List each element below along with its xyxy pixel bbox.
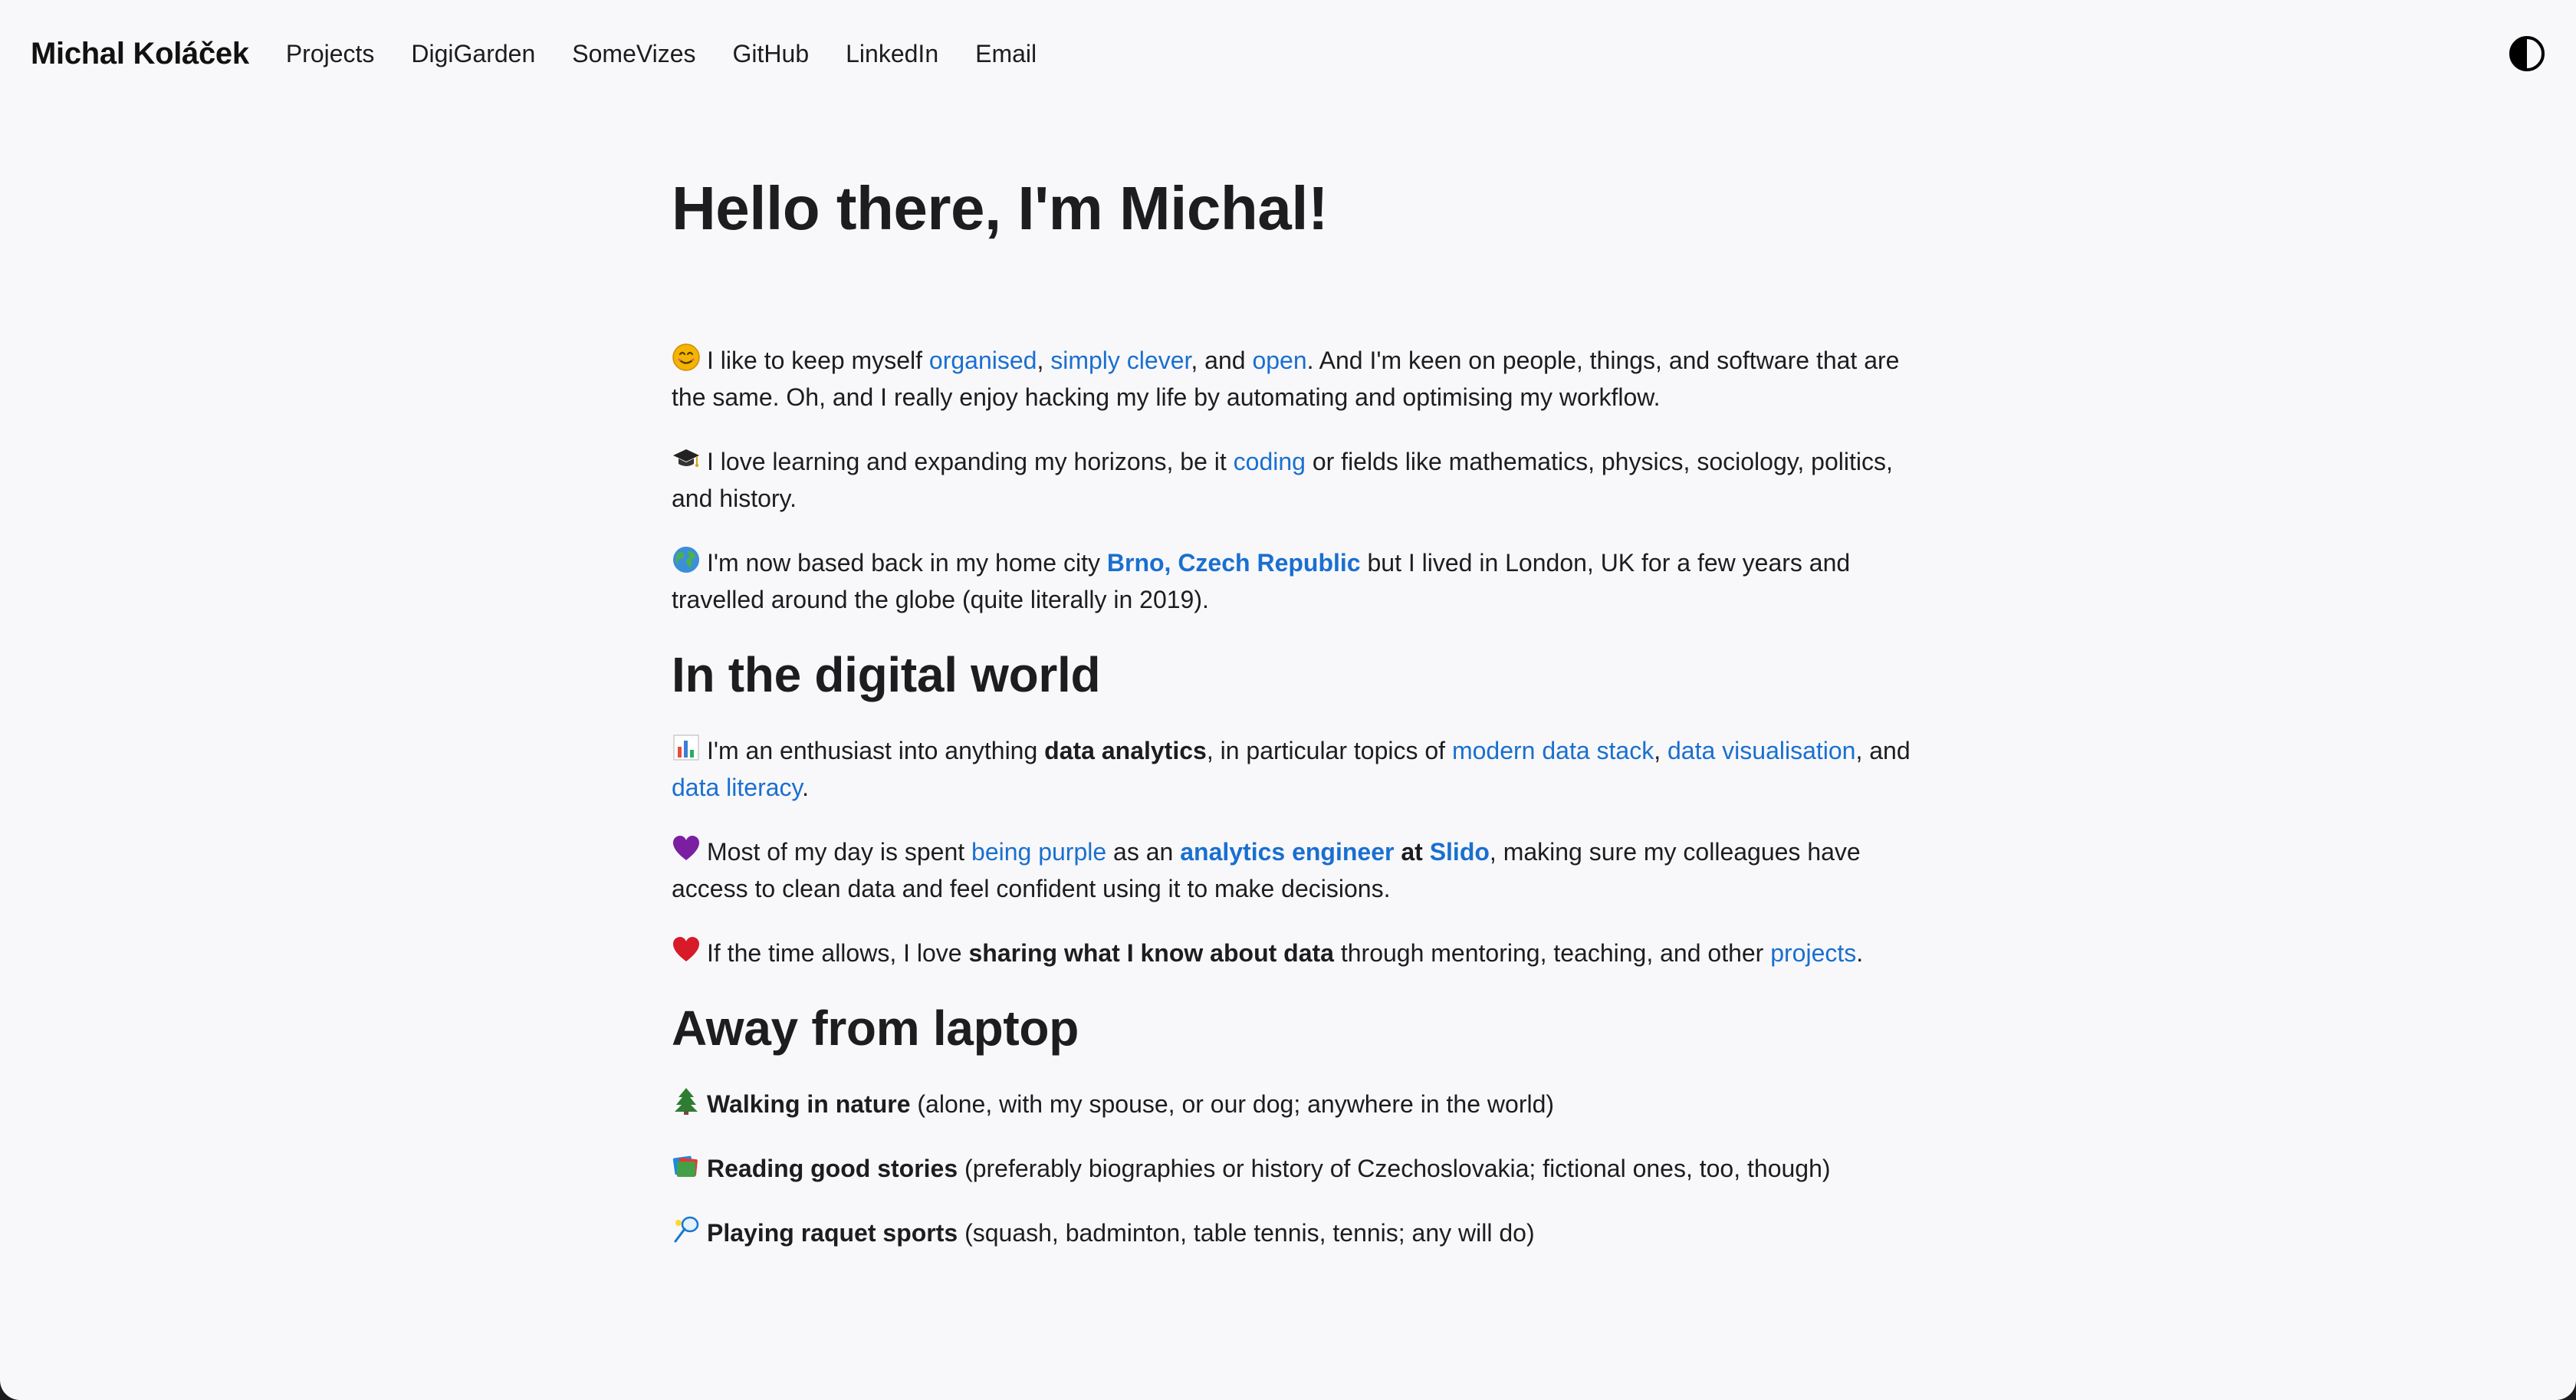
location-text-1: I'm now based back in my home city (707, 549, 1107, 577)
intro-paragraph-location: I'm now based back in my home city Brno,… (672, 544, 1929, 618)
bar-chart-icon (672, 733, 701, 762)
nav-link-github[interactable]: GitHub (733, 40, 810, 68)
link-data-visualisation[interactable]: data visualisation (1668, 737, 1855, 764)
digital-paragraph-analytics: I'm an enthusiast into anything data ana… (672, 732, 1929, 806)
intro-paragraph-learning: I love learning and expanding my horizon… (672, 443, 1929, 517)
sharing-bold-1: sharing what I know about data (968, 938, 1334, 967)
link-data-literacy[interactable]: data literacy (672, 774, 802, 801)
section-heading-away: Away from laptop (672, 1000, 1079, 1056)
link-brno[interactable]: Brno, Czech Republic (1107, 549, 1361, 577)
section-heading-digital: In the digital world (672, 647, 1101, 702)
top-navigation: Michal Koláček Projects DigiGarden SomeV… (31, 0, 1073, 107)
link-open[interactable]: open (1252, 347, 1306, 374)
nav-link-somevizes[interactable]: SomeVizes (572, 40, 695, 68)
books-icon (672, 1151, 701, 1180)
link-coding[interactable]: coding (1234, 448, 1306, 475)
badminton-icon (672, 1215, 701, 1244)
page: Michal Koláček Projects DigiGarden SomeV… (0, 0, 2576, 1400)
digital-paragraph-work: Most of my day is spent being purple as … (672, 833, 1929, 907)
digital-paragraph-sharing: If the time allows, I love sharing what … (672, 935, 1929, 971)
red-heart-icon (672, 935, 701, 965)
reading-bold: Reading good stories (707, 1154, 958, 1182)
intro-text-3: , and (1191, 347, 1253, 374)
sports-bold: Playing raquet sports (707, 1218, 958, 1247)
away-paragraph-walking: Walking in nature (alone, with my spouse… (672, 1086, 1929, 1122)
link-slido[interactable]: Slido (1430, 838, 1490, 866)
sharing-text-2: through mentoring, teaching, and other (1333, 938, 1771, 967)
link-being-purple[interactable]: being purple (971, 838, 1106, 866)
intro-paragraph-organised: I like to keep myself organised, simply … (672, 342, 1929, 416)
nav-link-linkedin[interactable]: LinkedIn (846, 40, 938, 68)
analytics-text-3: , (1654, 736, 1668, 764)
reading-text: (preferably biographies or history of Cz… (958, 1154, 1831, 1182)
contrast-icon (2509, 36, 2545, 71)
work-text-1: Most of my day is spent (707, 837, 972, 866)
link-organised[interactable]: organised (929, 347, 1037, 374)
nav-link-digigarden[interactable]: DigiGarden (411, 40, 535, 68)
work-text-2: as an (1106, 837, 1181, 866)
intro-text-1: I like to keep myself (707, 347, 929, 374)
page-title: Hello there, I'm Michal! (672, 174, 1329, 242)
link-modern-data-stack[interactable]: modern data stack (1452, 737, 1654, 764)
sharing-text-3: . (1856, 938, 1864, 967)
smiling-face-icon (672, 343, 701, 372)
nav-link-projects[interactable]: Projects (286, 40, 375, 68)
analytics-text-1: I'm an enthusiast into anything (707, 736, 1045, 764)
work-bold-at: at (1394, 837, 1430, 866)
learning-text-1: I love learning and expanding my horizon… (707, 448, 1234, 475)
theme-toggle-button[interactable] (2509, 35, 2545, 72)
content-flow: I like to keep myself organised, simply … (672, 342, 1929, 1279)
evergreen-tree-icon (672, 1086, 701, 1116)
analytics-text-5: . (802, 773, 810, 801)
away-paragraph-sports: Playing raquet sports (squash, badminton… (672, 1214, 1929, 1251)
analytics-text-2: , in particular topics of (1206, 736, 1452, 764)
sports-text: (squash, badminton, table tennis, tennis… (958, 1218, 1535, 1247)
site-brand-link[interactable]: Michal Koláček (31, 37, 249, 71)
intro-text-2: , (1037, 347, 1051, 374)
walking-text: (alone, with my spouse, or our dog; anyw… (910, 1089, 1555, 1118)
purple-heart-icon (672, 834, 701, 863)
link-simply-clever[interactable]: simply clever (1050, 347, 1191, 374)
nav-link-email[interactable]: Email (975, 40, 1037, 68)
link-projects[interactable]: projects (1770, 939, 1856, 967)
away-paragraph-reading: Reading good stories (preferably biograp… (672, 1150, 1929, 1187)
sharing-text-1: If the time allows, I love (707, 938, 969, 967)
link-analytics-engineer[interactable]: analytics engineer (1180, 838, 1394, 866)
globe-icon (672, 545, 701, 574)
walking-bold: Walking in nature (707, 1089, 911, 1118)
analytics-text-4: , and (1855, 736, 1911, 764)
analytics-bold-1: data analytics (1044, 736, 1207, 764)
graduation-cap-icon (672, 444, 701, 473)
